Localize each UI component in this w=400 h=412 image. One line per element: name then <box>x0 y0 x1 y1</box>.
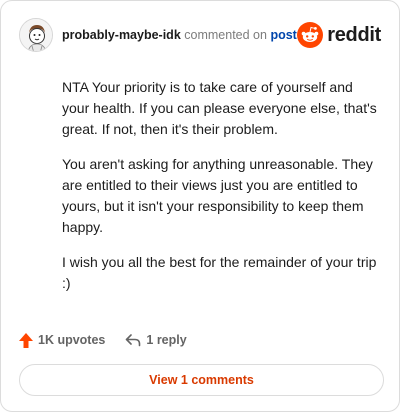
upvote-count: 1K upvotes <box>38 333 106 347</box>
comment-header: probably-maybe-idk commented on post red… <box>19 15 381 55</box>
comment-meta: probably-maybe-idk commented on post <box>62 27 297 43</box>
post-link[interactable]: post <box>270 28 296 42</box>
reddit-wordmark: reddit <box>327 23 381 46</box>
comment-paragraph: I wish you all the best for the remainde… <box>62 254 377 291</box>
username-link[interactable]: probably-maybe-idk <box>62 28 181 42</box>
avatar[interactable] <box>19 18 53 52</box>
reply-count: 1 reply <box>146 333 187 347</box>
reddit-alien-icon <box>297 22 324 48</box>
comment-body: NTA Your priority is to take care of you… <box>62 77 382 308</box>
upvote-arrow-icon <box>19 332 33 348</box>
upvote-button[interactable]: 1K upvotes <box>19 332 106 348</box>
commented-on-text: commented on <box>184 28 267 42</box>
avatar-icon <box>20 19 52 51</box>
comment-actions: 1K upvotes 1 reply <box>19 330 187 350</box>
comment-paragraph: You aren't asking for anything unreasona… <box>62 156 373 235</box>
reply-button[interactable]: 1 reply <box>125 333 187 347</box>
reddit-logo[interactable]: reddit <box>297 22 381 48</box>
comment-paragraph: NTA Your priority is to take care of you… <box>62 79 377 137</box>
embedded-comment-card: probably-maybe-idk commented on post red… <box>0 0 400 412</box>
view-comments-button[interactable]: View 1 comments <box>19 364 384 396</box>
reply-arrow-icon <box>126 334 141 347</box>
